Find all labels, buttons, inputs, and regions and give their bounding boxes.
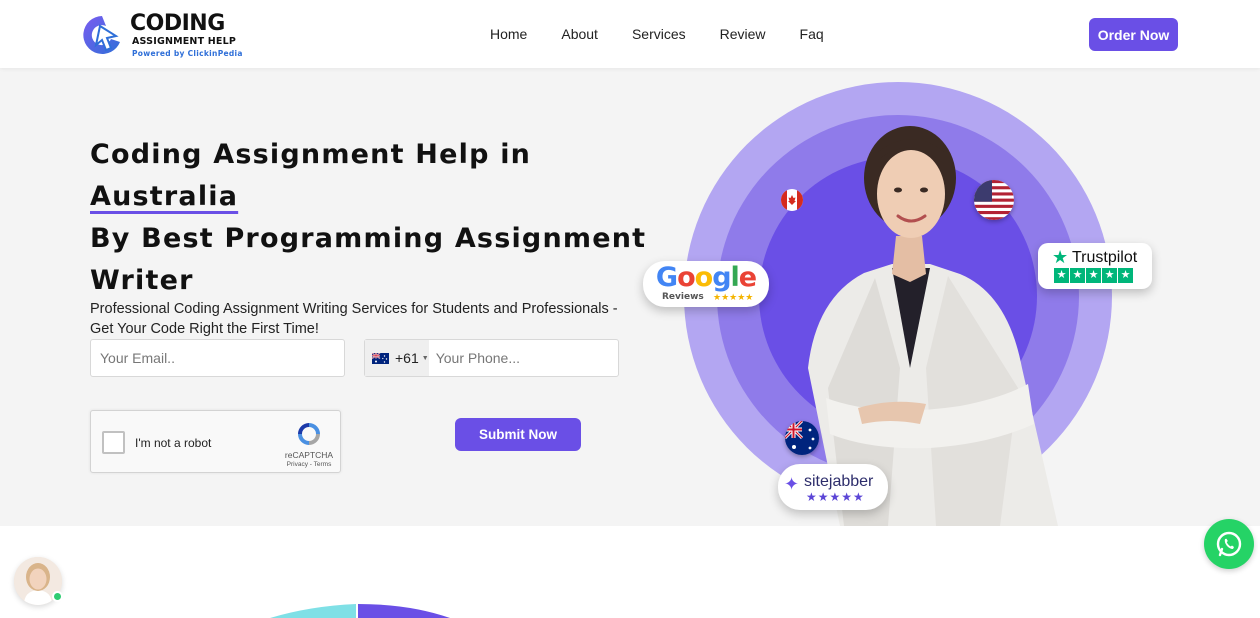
hero-heading-part2: By Best Programming Assignment Writer [90, 223, 647, 296]
trustpilot-star-icon: ★ [1052, 247, 1069, 267]
brand-logo[interactable]: CODING ASSIGNMENT HELP Powered by Clicki… [80, 12, 250, 60]
main-nav: Home About Services Review Faq [490, 0, 858, 68]
site-header: CODING ASSIGNMENT HELP Powered by Clicki… [0, 0, 1260, 68]
sitejabber-icon: ✦ [784, 474, 800, 494]
nav-home[interactable]: Home [490, 26, 527, 42]
usa-flag-icon [974, 180, 1014, 220]
nav-review[interactable]: Review [720, 26, 766, 42]
trustpilot-stars: ★ ★ ★ ★ ★ [1054, 268, 1134, 283]
nav-services[interactable]: Services [632, 26, 686, 42]
trustpilot-word: Trustpilot [1072, 249, 1138, 266]
phone-field: +61 ▼ [364, 339, 624, 377]
recaptcha-label: I'm not a robot [135, 436, 212, 450]
hero-heading-highlight: Australia [90, 181, 239, 212]
logo-mark-icon [83, 16, 120, 54]
google-reviews-label: Reviews [662, 292, 704, 302]
page: CODING ASSIGNMENT HELP Powered by Clicki… [0, 0, 1260, 618]
country-code-selector[interactable]: +61 ▼ [365, 340, 429, 376]
hero-heading-part1: Coding Assignment Help in [90, 139, 532, 170]
brand-powered: Powered by ClickinPedia [132, 49, 243, 58]
brand-title: CODING [130, 11, 225, 36]
australia-flag-icon [372, 352, 389, 364]
submit-button[interactable]: Submit Now [455, 418, 581, 451]
hero-section: Coding Assignment Help in Australia By Be… [0, 68, 1260, 526]
australia-flag-icon [785, 421, 819, 455]
online-status-indicator [52, 591, 63, 602]
country-code: +61 [395, 350, 419, 366]
hero-illustration: Google Reviews ★★★★★ ★ Trustpilot ★ ★ ★ ★ ★ … [630, 68, 1190, 526]
nav-faq[interactable]: Faq [800, 26, 824, 42]
email-input[interactable] [90, 339, 345, 377]
next-section-graphic [270, 604, 450, 618]
recaptcha-icon [298, 423, 320, 445]
recaptcha-widget: I'm not a robot reCAPTCHA Privacy - Term… [90, 410, 341, 473]
recaptcha-brand: reCAPTCHA [284, 450, 334, 460]
google-reviews-badge[interactable]: Google Reviews ★★★★★ [643, 261, 769, 307]
sitejabber-stars: ★★★★★ [806, 490, 865, 504]
google-stars: ★★★★★ [713, 292, 754, 302]
phone-input[interactable] [428, 340, 624, 376]
sitejabber-word: sitejabber [804, 473, 874, 490]
whatsapp-icon [1216, 531, 1242, 557]
google-word: Google [655, 262, 757, 293]
trustpilot-badge[interactable]: ★ Trustpilot ★ ★ ★ ★ ★ [1038, 243, 1152, 289]
canada-flag-icon [781, 189, 803, 211]
chevron-down-icon: ▼ [421, 354, 429, 362]
recaptcha-checkbox[interactable] [102, 431, 125, 454]
nav-about[interactable]: About [561, 26, 598, 42]
brand-subtitle: ASSIGNMENT HELP [132, 36, 237, 47]
recaptcha-terms-link[interactable]: Privacy - Terms [281, 461, 337, 468]
hero-subtext: Professional Coding Assignment Writing S… [90, 301, 618, 337]
order-now-button[interactable]: Order Now [1089, 18, 1178, 51]
whatsapp-button[interactable] [1204, 519, 1254, 569]
hero-heading: Coding Assignment Help in Australia By Be… [90, 134, 650, 302]
sitejabber-badge[interactable]: ✦ sitejabber ★★★★★ [778, 464, 888, 510]
